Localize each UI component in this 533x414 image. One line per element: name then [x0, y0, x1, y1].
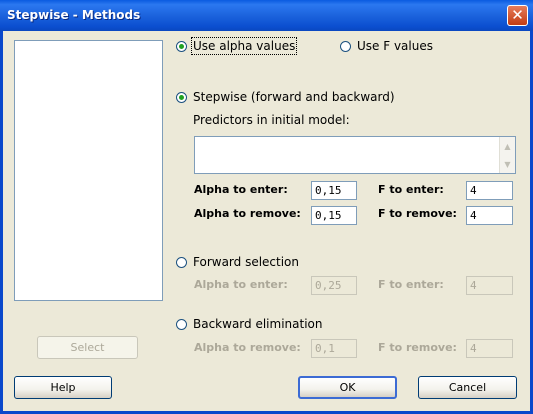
scroll-up-icon[interactable]: ▲ — [500, 139, 515, 154]
forward-f-enter-input[interactable]: 4 — [466, 276, 513, 295]
window-title: Stepwise - Methods — [7, 8, 141, 22]
stepwise-f-enter-input[interactable]: 4 — [466, 181, 513, 200]
stepwise-f-remove-label: F to remove: — [378, 207, 457, 220]
close-icon: ✕ — [511, 6, 524, 24]
stepwise-alpha-enter-input[interactable]: 0,15 — [311, 181, 357, 200]
predictors-label: Predictors in initial model: — [193, 113, 350, 127]
stepwise-f-remove-input[interactable]: 4 — [466, 206, 513, 225]
use-f-label[interactable]: Use F values — [357, 39, 433, 53]
use-f-radio[interactable] — [340, 41, 351, 52]
forward-radio[interactable] — [176, 257, 187, 268]
stepwise-alpha-remove-label: Alpha to remove: — [194, 207, 301, 220]
select-button[interactable]: Select — [37, 336, 138, 359]
predictors-scrollbar[interactable]: ▲ ▼ — [499, 137, 515, 173]
stepwise-alpha-remove-input[interactable]: 0,15 — [311, 206, 357, 225]
forward-alpha-enter-label: Alpha to enter: — [194, 278, 288, 291]
ok-button[interactable]: OK — [298, 376, 397, 399]
help-button[interactable]: Help — [14, 376, 112, 399]
close-button[interactable]: ✕ — [507, 5, 528, 26]
forward-f-enter-label: F to enter: — [378, 278, 444, 291]
cancel-button[interactable]: Cancel — [418, 376, 517, 399]
use-alpha-label[interactable]: Use alpha values — [190, 37, 298, 55]
backward-alpha-remove-input[interactable]: 0,1 — [311, 339, 357, 358]
title-bar[interactable]: Stepwise - Methods ✕ — [0, 0, 533, 31]
backward-f-remove-input[interactable]: 4 — [466, 339, 513, 358]
forward-alpha-enter-input[interactable]: 0,25 — [311, 276, 357, 295]
predictors-input[interactable]: ▲ ▼ — [194, 136, 516, 174]
backward-f-remove-label: F to remove: — [378, 341, 457, 354]
stepwise-alpha-enter-label: Alpha to enter: — [194, 183, 288, 196]
backward-radio[interactable] — [176, 319, 187, 330]
stepwise-radio[interactable] — [176, 92, 187, 103]
backward-label[interactable]: Backward elimination — [193, 317, 322, 331]
stepwise-f-enter-label: F to enter: — [378, 183, 444, 196]
use-alpha-radio[interactable] — [176, 41, 187, 52]
stepwise-label[interactable]: Stepwise (forward and backward) — [193, 90, 395, 104]
backward-alpha-remove-label: Alpha to remove: — [194, 341, 301, 354]
variable-list[interactable] — [14, 40, 163, 301]
scroll-down-icon[interactable]: ▼ — [500, 157, 515, 172]
forward-label[interactable]: Forward selection — [193, 255, 299, 269]
